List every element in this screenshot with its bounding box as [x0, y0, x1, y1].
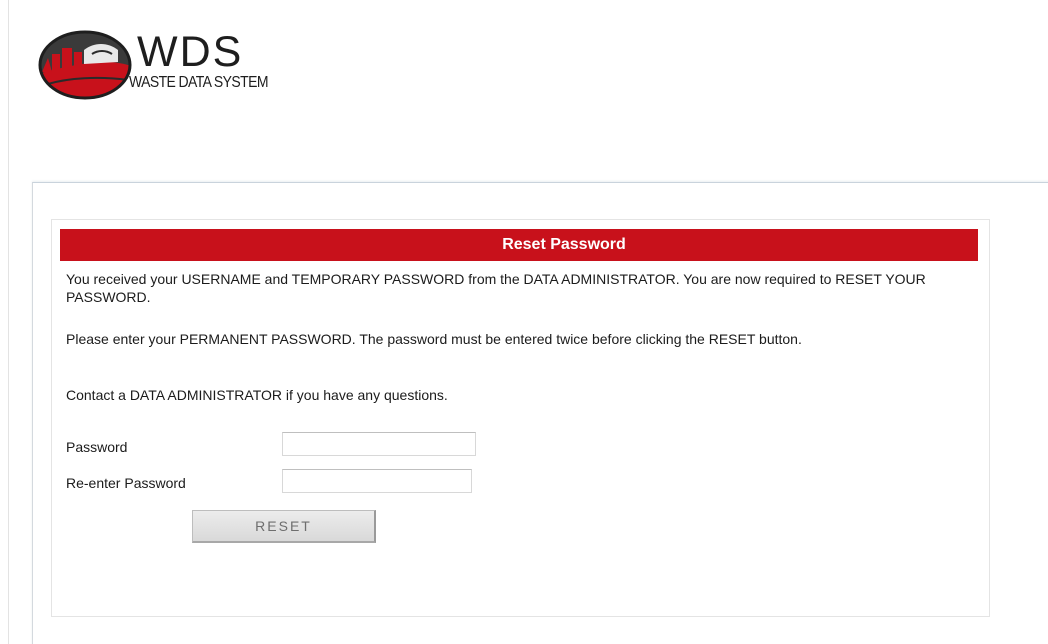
password-label: Password [66, 439, 128, 455]
wds-logo: WDS WASTE DATA SYSTEM [38, 28, 298, 100]
wds-globe-logo-icon [38, 30, 132, 100]
password-input[interactable] [282, 432, 476, 456]
panel-header: Reset Password [60, 229, 978, 261]
logo-subtitle: WASTE DATA SYSTEM [129, 72, 269, 91]
instructions-paragraph-2: Please enter your PERMANENT PASSWORD. Th… [66, 331, 802, 347]
left-divider [8, 0, 9, 644]
reenter-password-label: Re-enter Password [66, 475, 186, 491]
panel-title: Reset Password [502, 236, 626, 253]
page: WDS WASTE DATA SYSTEM Reset Password You… [0, 0, 1048, 644]
logo-title: WDS [137, 28, 244, 76]
instructions-paragraph-1: You received your USERNAME and TEMPORARY… [66, 271, 926, 305]
reset-password-panel: Reset Password You received your USERNAM… [51, 219, 990, 617]
reset-button[interactable]: RESET [192, 510, 376, 543]
contact-admin-text: Contact a DATA ADMINISTRATOR if you have… [66, 387, 448, 403]
reenter-password-input[interactable] [282, 469, 472, 493]
